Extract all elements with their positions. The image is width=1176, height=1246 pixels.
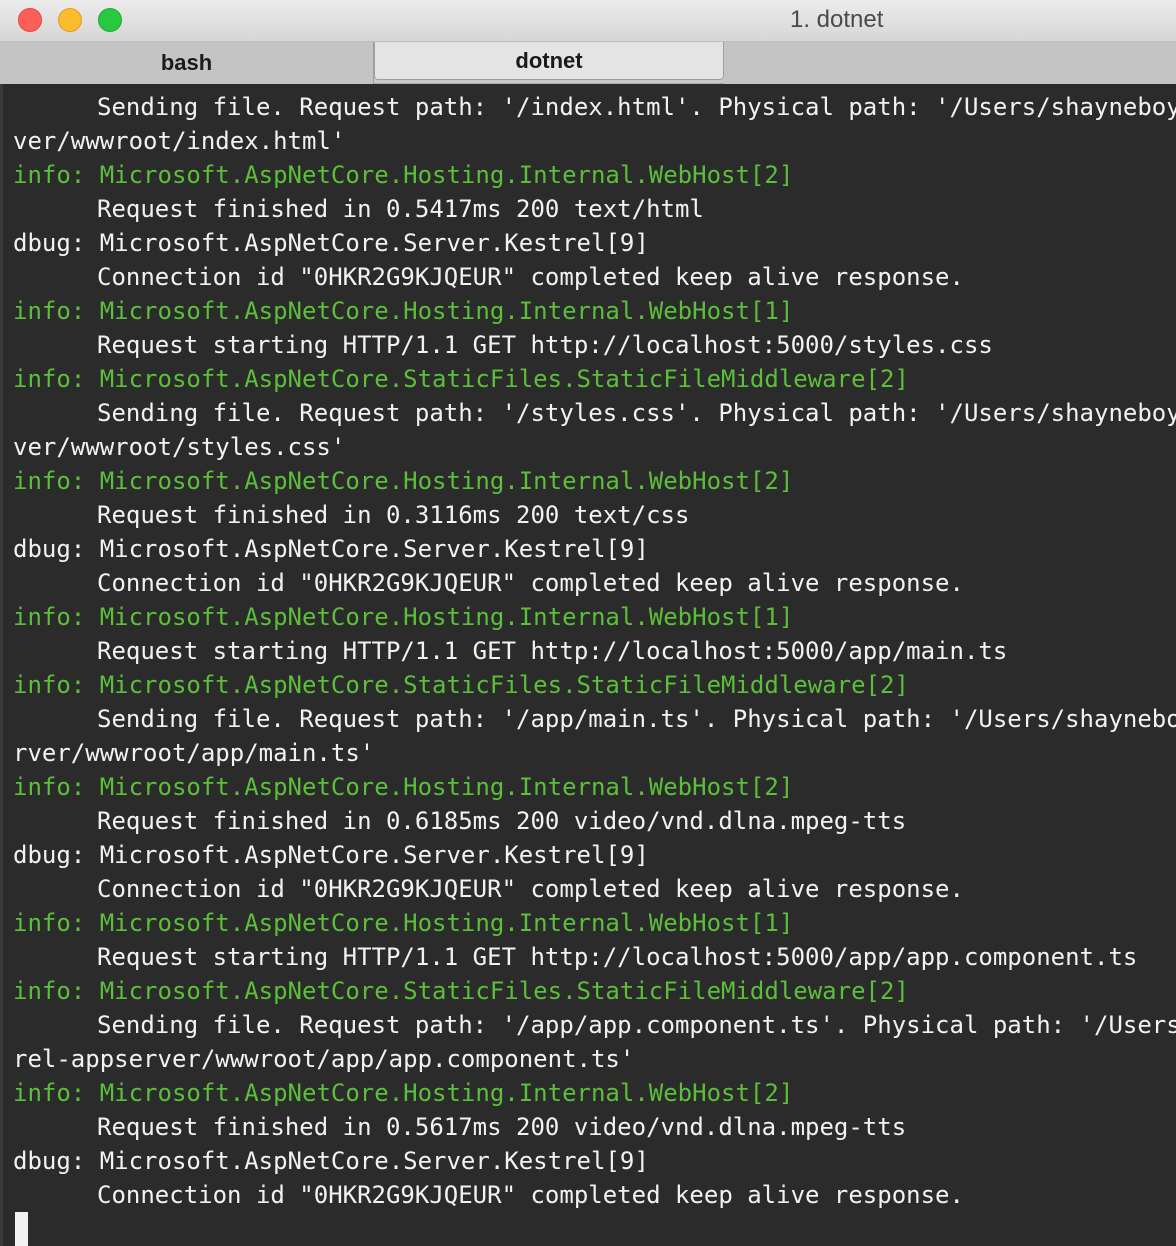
terminal-line: Connection id "0HKR2G9KJQEUR" completed … [13, 260, 1176, 294]
log-category: Microsoft.AspNetCore.Hosting.Internal.We… [99, 1079, 794, 1107]
log-message: Request starting HTTP/1.1 GET http://loc… [97, 331, 993, 359]
terminal-line: Request starting HTTP/1.1 GET http://loc… [13, 328, 1176, 362]
log-message: ver/wwwroot/index.html' [13, 127, 346, 155]
log-level: dbug: [13, 841, 86, 869]
log-level: info: [13, 1079, 86, 1107]
log-category: Microsoft.AspNetCore.StaticFiles.StaticF… [99, 671, 909, 699]
terminal-line: Request finished in 0.6185ms 200 video/v… [13, 804, 1176, 838]
terminal-line: Connection id "0HKR2G9KJQEUR" completed … [13, 1178, 1176, 1212]
minimize-button[interactable] [58, 8, 82, 32]
terminal-line: Request finished in 0.5617ms 200 video/v… [13, 1110, 1176, 1144]
terminal-line: info: Microsoft.AspNetCore.Hosting.Inter… [13, 906, 1176, 940]
terminal-line: info: Microsoft.AspNetCore.StaticFiles.S… [13, 974, 1176, 1008]
terminal-line: info: Microsoft.AspNetCore.Hosting.Inter… [13, 158, 1176, 192]
log-category: Microsoft.AspNetCore.Hosting.Internal.We… [99, 909, 794, 937]
log-level: info: [13, 977, 86, 1005]
log-category: Microsoft.AspNetCore.Server.Kestrel[9] [99, 535, 649, 563]
log-level: info: [13, 909, 86, 937]
title-bar[interactable]: 1. dotnet [0, 0, 1176, 42]
terminal-line: info: Microsoft.AspNetCore.StaticFiles.S… [13, 668, 1176, 702]
log-message: Sending file. Request path: '/styles.css… [97, 399, 1176, 427]
terminal-line: Sending file. Request path: '/styles.css… [13, 396, 1176, 430]
log-message: Connection id "0HKR2G9KJQEUR" completed … [97, 1181, 964, 1209]
log-category: Microsoft.AspNetCore.Hosting.Internal.We… [99, 467, 794, 495]
terminal-line: info: Microsoft.AspNetCore.Hosting.Inter… [13, 770, 1176, 804]
log-message: Connection id "0HKR2G9KJQEUR" completed … [97, 263, 964, 291]
log-category: Microsoft.AspNetCore.Hosting.Internal.We… [99, 161, 794, 189]
log-message: Request finished in 0.3116ms 200 text/cs… [97, 501, 690, 529]
terminal-line: info: Microsoft.AspNetCore.Hosting.Inter… [13, 1076, 1176, 1110]
terminal-line: Connection id "0HKR2G9KJQEUR" completed … [13, 566, 1176, 600]
log-level: info: [13, 365, 86, 393]
terminal-lines: Sending file. Request path: '/index.html… [13, 90, 1176, 1212]
log-level: info: [13, 467, 86, 495]
terminal-line: Connection id "0HKR2G9KJQEUR" completed … [13, 872, 1176, 906]
log-level: info: [13, 297, 86, 325]
log-level: dbug: [13, 535, 86, 563]
log-category: Microsoft.AspNetCore.Server.Kestrel[9] [99, 229, 649, 257]
terminal-line: rel-appserver/wwwroot/app/app.component.… [13, 1042, 1176, 1076]
terminal-line: info: Microsoft.AspNetCore.Hosting.Inter… [13, 294, 1176, 328]
log-message: Request finished in 0.5617ms 200 video/v… [97, 1113, 907, 1141]
terminal-line: dbug: Microsoft.AspNetCore.Server.Kestre… [13, 1144, 1176, 1178]
log-message: Sending file. Request path: '/index.html… [97, 93, 1176, 121]
terminal-line: Sending file. Request path: '/index.html… [13, 90, 1176, 124]
log-message: Request starting HTTP/1.1 GET http://loc… [97, 637, 1008, 665]
terminal-line: ver/wwwroot/styles.css' [13, 430, 1176, 464]
terminal-line: dbug: Microsoft.AspNetCore.Server.Kestre… [13, 838, 1176, 872]
log-category: Microsoft.AspNetCore.Server.Kestrel[9] [99, 841, 649, 869]
log-message: ver/wwwroot/styles.css' [13, 433, 346, 461]
log-message: Sending file. Request path: '/app/app.co… [97, 1011, 1176, 1039]
zoom-button[interactable] [98, 8, 122, 32]
log-category: Microsoft.AspNetCore.Hosting.Internal.We… [99, 773, 794, 801]
terminal-window: 1. dotnet bash dotnet Sending file. Requ… [0, 0, 1176, 1246]
log-level: dbug: [13, 229, 86, 257]
terminal-line: Request starting HTTP/1.1 GET http://loc… [13, 940, 1176, 974]
log-level: info: [13, 773, 86, 801]
log-level: info: [13, 671, 86, 699]
close-button[interactable] [18, 8, 42, 32]
log-message: rel-appserver/wwwroot/app/app.component.… [13, 1045, 635, 1073]
tab-bash[interactable]: bash [0, 42, 374, 84]
tab-dotnet[interactable]: dotnet [374, 42, 724, 80]
terminal-line: Request finished in 0.3116ms 200 text/cs… [13, 498, 1176, 532]
log-level: dbug: [13, 1147, 86, 1175]
terminal-output[interactable]: Sending file. Request path: '/index.html… [0, 84, 1176, 1246]
terminal-line: Request finished in 0.5417ms 200 text/ht… [13, 192, 1176, 226]
log-message: Sending file. Request path: '/app/main.t… [97, 705, 1176, 733]
terminal-line: dbug: Microsoft.AspNetCore.Server.Kestre… [13, 226, 1176, 260]
log-category: Microsoft.AspNetCore.Hosting.Internal.We… [99, 603, 794, 631]
log-message: Request starting HTTP/1.1 GET http://loc… [97, 943, 1138, 971]
log-category: Microsoft.AspNetCore.StaticFiles.StaticF… [99, 365, 909, 393]
log-category: Microsoft.AspNetCore.Server.Kestrel[9] [99, 1147, 649, 1175]
terminal-line: Request starting HTTP/1.1 GET http://loc… [13, 634, 1176, 668]
log-message: Request finished in 0.5417ms 200 text/ht… [97, 195, 704, 223]
terminal-line: info: Microsoft.AspNetCore.Hosting.Inter… [13, 600, 1176, 634]
terminal-line: rver/wwwroot/app/main.ts' [13, 736, 1176, 770]
log-level: info: [13, 603, 86, 631]
log-message: rver/wwwroot/app/main.ts' [13, 739, 375, 767]
log-level: info: [13, 161, 86, 189]
terminal-line: dbug: Microsoft.AspNetCore.Server.Kestre… [13, 532, 1176, 566]
tab-bar: bash dotnet [0, 42, 1176, 84]
terminal-line: Sending file. Request path: '/app/app.co… [13, 1008, 1176, 1042]
log-message: Connection id "0HKR2G9KJQEUR" completed … [97, 569, 964, 597]
terminal-line: Sending file. Request path: '/app/main.t… [13, 702, 1176, 736]
tab-bar-empty-area [724, 42, 1176, 84]
terminal-line: info: Microsoft.AspNetCore.StaticFiles.S… [13, 362, 1176, 396]
log-message: Connection id "0HKR2G9KJQEUR" completed … [97, 875, 964, 903]
window-title: 1. dotnet [790, 6, 884, 33]
log-category: Microsoft.AspNetCore.Hosting.Internal.We… [99, 297, 794, 325]
terminal-line: info: Microsoft.AspNetCore.Hosting.Inter… [13, 464, 1176, 498]
terminal-line: ver/wwwroot/index.html' [13, 124, 1176, 158]
text-cursor [15, 1212, 28, 1246]
log-message: Request finished in 0.6185ms 200 video/v… [97, 807, 907, 835]
log-category: Microsoft.AspNetCore.StaticFiles.StaticF… [99, 977, 909, 1005]
